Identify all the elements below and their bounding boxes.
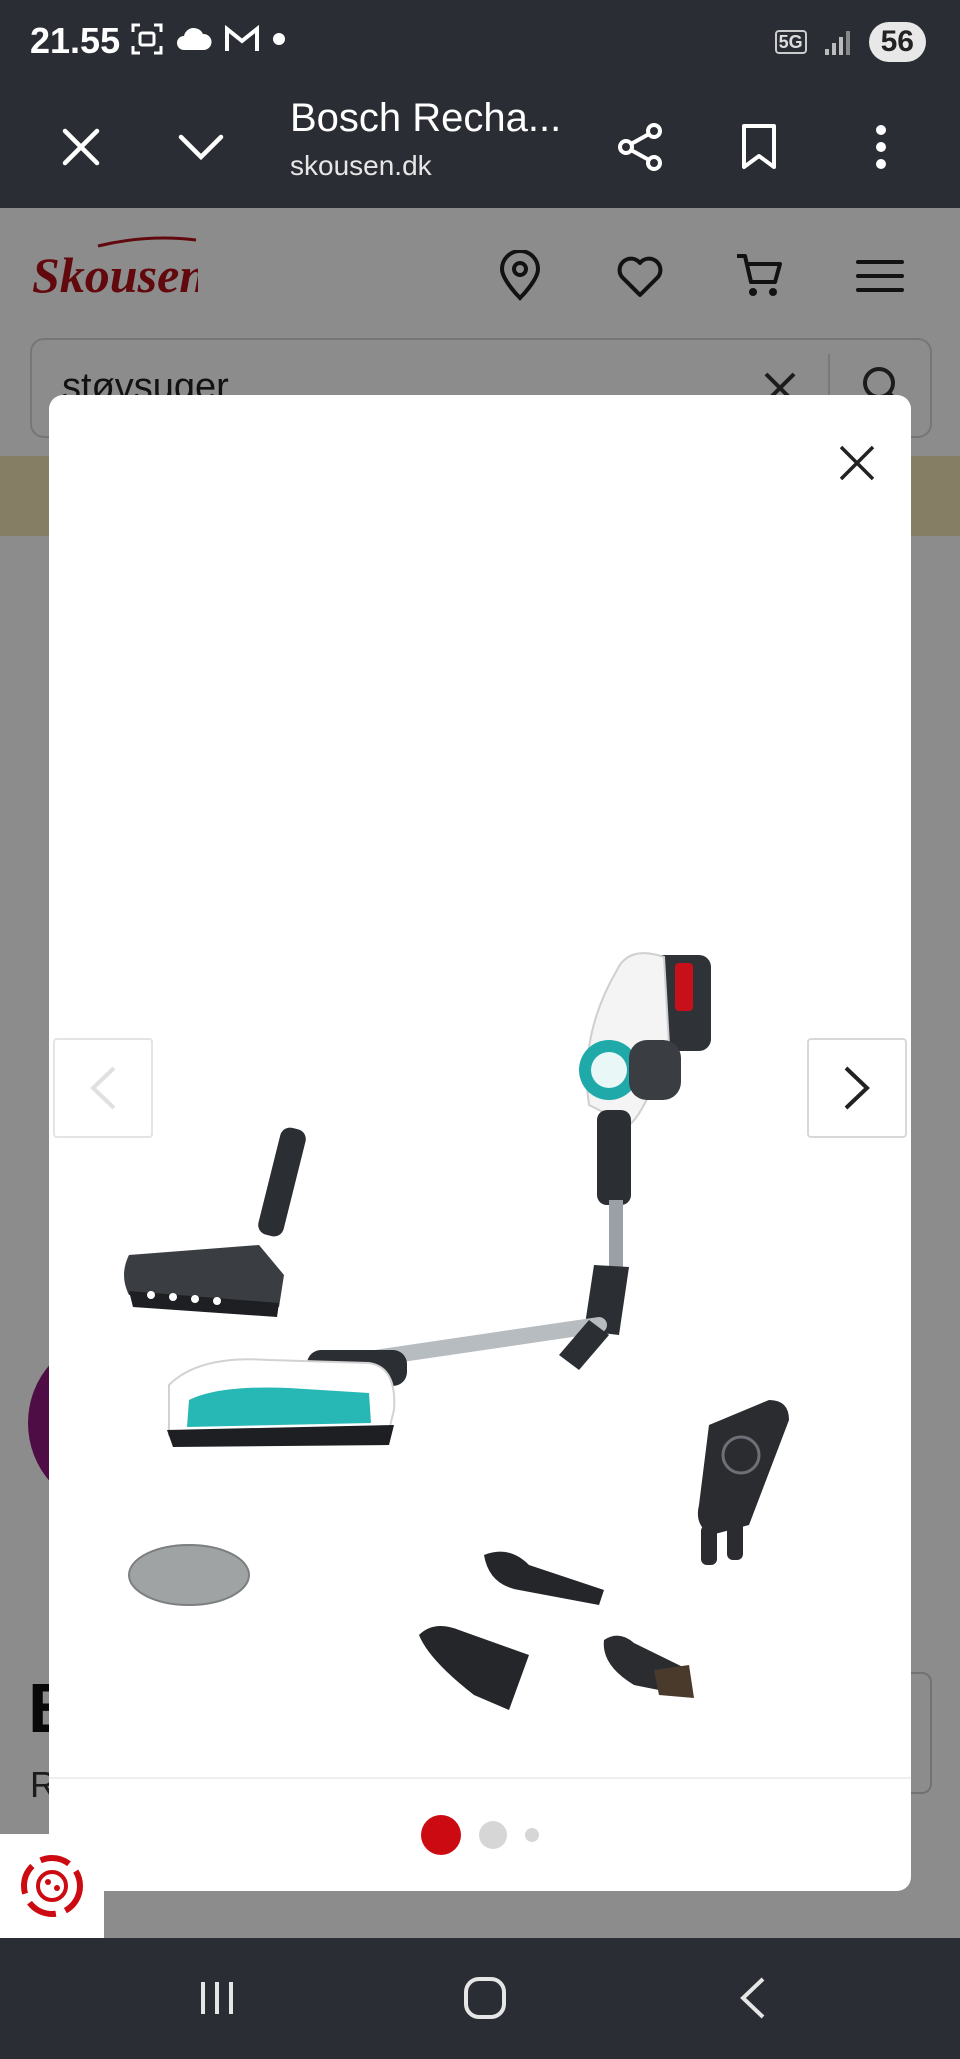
page-title: Bosch Recha... <box>290 96 562 140</box>
back-button[interactable] <box>718 1968 788 2028</box>
screenshot-icon <box>131 23 163 55</box>
mop-head <box>167 1358 396 1447</box>
microfiber-pad <box>128 1544 250 1606</box>
cloud-icon <box>177 27 212 50</box>
gallery-dot-1[interactable] <box>421 1815 461 1855</box>
chevron-down-icon <box>178 134 224 161</box>
crevice-nozzle <box>484 1551 604 1605</box>
gallery-dot-3[interactable] <box>525 1828 539 1842</box>
back-icon <box>740 1977 765 2019</box>
close-tab-button[interactable] <box>44 110 118 184</box>
share-icon <box>618 123 662 171</box>
battery-level: 56 <box>868 22 926 62</box>
floor-brush <box>124 1127 306 1317</box>
status-left-icons <box>130 22 286 56</box>
dusting-brush <box>603 1635 694 1698</box>
recent-apps-button[interactable] <box>182 1968 252 2028</box>
custom-tab-toolbar: Bosch Recha... skousen.dk <box>0 86 960 208</box>
cookie-settings-button[interactable] <box>0 1834 104 1938</box>
network-type: 5G <box>774 30 807 54</box>
gallery-dot-2[interactable] <box>479 1821 507 1849</box>
bookmark-button[interactable] <box>722 110 796 184</box>
status-right-icons: 5G 56 <box>774 22 926 62</box>
wall-mount <box>697 1400 789 1565</box>
dot-icon <box>273 33 285 45</box>
chevron-right-icon <box>844 1066 870 1110</box>
chevron-left-icon <box>90 1066 116 1110</box>
vacuum-body <box>307 952 711 1386</box>
home-button[interactable] <box>450 1968 520 2028</box>
more-vert-icon <box>876 125 886 169</box>
page-url: skousen.dk <box>290 150 432 181</box>
product-image <box>124 952 789 1710</box>
next-image-button[interactable] <box>807 1038 907 1138</box>
status-bar: 21.55 5G 56 <box>0 0 960 86</box>
gallery-pagination <box>49 1815 911 1855</box>
image-gallery-modal <box>49 395 911 1891</box>
close-icon <box>62 128 100 166</box>
upholstery-nozzle <box>419 1626 529 1710</box>
recent-apps-icon <box>201 1982 233 2014</box>
share-button[interactable] <box>604 110 678 184</box>
bookmark-icon <box>742 124 776 169</box>
more-menu-button[interactable] <box>844 110 918 184</box>
minimize-tab-button[interactable] <box>164 110 238 184</box>
gmail-icon <box>225 25 259 51</box>
previous-image-button[interactable] <box>53 1038 153 1138</box>
home-icon <box>464 1977 506 2019</box>
close-gallery-button[interactable] <box>825 431 889 495</box>
close-icon <box>839 445 875 481</box>
system-navigation-bar <box>0 1938 960 2059</box>
signal-icon <box>824 31 850 55</box>
cookie-settings-icon <box>21 1855 83 1917</box>
status-time: 21.55 <box>30 20 121 61</box>
modal-divider <box>49 1777 911 1779</box>
